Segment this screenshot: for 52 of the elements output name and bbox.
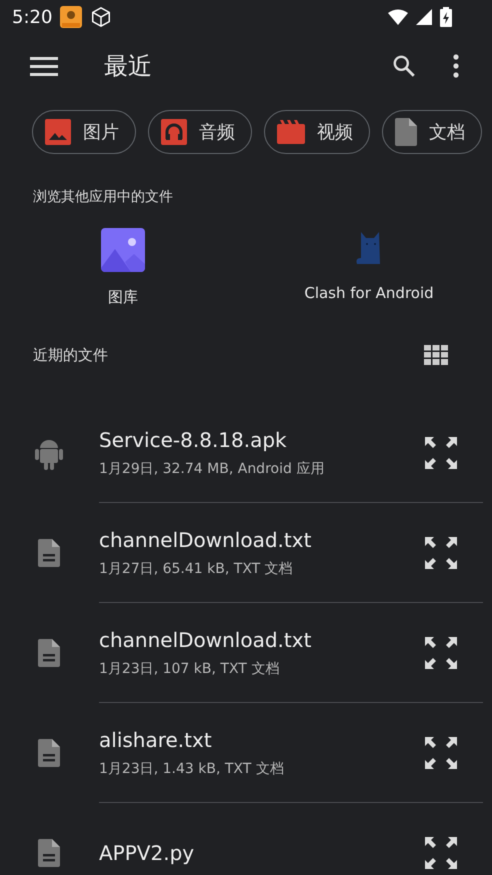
clapperboard-icon	[277, 120, 305, 144]
wifi-icon	[388, 9, 408, 25]
document-icon	[395, 118, 417, 146]
signal-icon	[416, 9, 432, 25]
more-options-icon	[452, 54, 460, 78]
filter-chip[interactable]: 图片	[32, 110, 136, 154]
image-icon	[45, 119, 71, 145]
grid-icon	[424, 345, 448, 365]
file-name: Service-8.8.18.apk	[99, 428, 288, 452]
file-row[interactable]: Service-8.8.18.apk 1月29日, 32.74 MB, Android 应用	[0, 403, 492, 503]
expand-button[interactable]	[425, 736, 457, 768]
search-icon	[391, 53, 417, 79]
expand-icon	[425, 736, 457, 768]
expand-button[interactable]	[425, 636, 457, 668]
filter-chip[interactable]: 视频	[264, 110, 370, 154]
app-shortcut[interactable]: Clash for Android	[246, 228, 492, 307]
expand-icon	[425, 436, 457, 468]
expand-icon	[425, 636, 457, 668]
document-icon	[38, 739, 60, 767]
page-title: 最近	[104, 51, 152, 82]
file-name: alishare.txt	[99, 728, 213, 752]
expand-icon	[425, 837, 457, 869]
app-shortcut[interactable]: 图库	[0, 228, 246, 307]
cube-icon	[90, 6, 112, 28]
expand-icon	[425, 536, 457, 568]
filter-chip[interactable]: 文档	[382, 110, 482, 154]
file-row[interactable]: alishare.txt 1月23日, 1.43 kB, TXT 文档	[0, 703, 492, 803]
file-row[interactable]: channelDownload.txt 1月23日, 107 kB, TXT 文档	[0, 603, 492, 703]
file-details: 1月23日, 1.43 kB, TXT 文档	[99, 760, 285, 778]
expand-button[interactable]	[425, 436, 457, 468]
file-details: 1月27日, 65.41 kB, TXT 文档	[99, 560, 294, 578]
section-heading: 浏览其他应用中的文件	[32, 188, 174, 206]
status-time: 5:20	[12, 6, 52, 28]
file-name: APPV2.py	[99, 841, 196, 865]
file-details: 1月23日, 107 kB, TXT 文档	[99, 660, 280, 678]
file-row[interactable]: channelDownload.txt 1月27日, 65.41 kB, TXT 文档	[0, 503, 492, 603]
document-icon	[38, 539, 60, 567]
section-heading: 近期的文件	[33, 346, 108, 364]
filter-chip[interactable]: 音频	[148, 110, 252, 154]
gallery-icon	[101, 228, 145, 272]
document-icon	[38, 639, 60, 667]
headphones-icon	[161, 119, 187, 145]
file-row[interactable]: APPV2.py	[0, 803, 492, 875]
expand-button[interactable]	[425, 536, 457, 568]
file-details: 1月29日, 32.74 MB, Android 应用	[99, 460, 326, 478]
app-notification-icon	[60, 6, 82, 28]
file-name: channelDownload.txt	[99, 628, 312, 652]
file-name: channelDownload.txt	[99, 528, 312, 552]
menu-icon	[30, 56, 58, 76]
battery-icon	[440, 7, 452, 27]
document-icon	[38, 839, 60, 867]
expand-button[interactable]	[425, 837, 457, 869]
